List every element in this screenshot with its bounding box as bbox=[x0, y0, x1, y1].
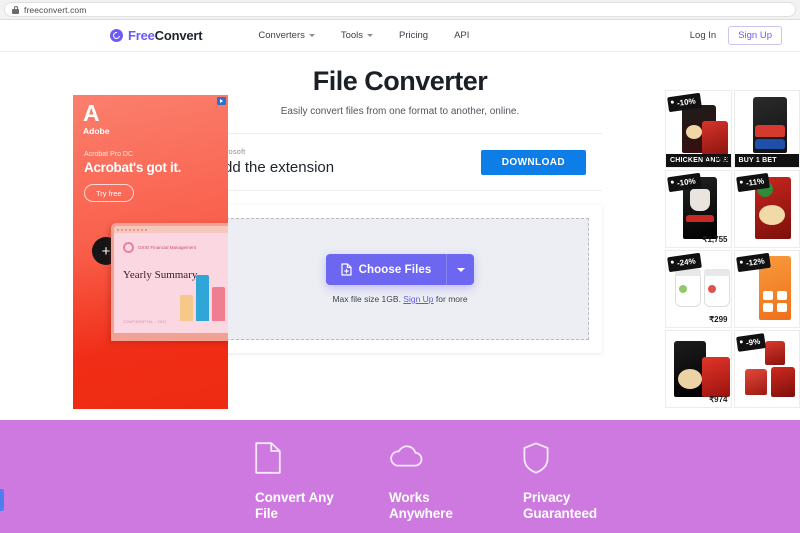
product-cell[interactable]: ₹974 bbox=[665, 330, 732, 408]
file-plus-icon bbox=[341, 263, 352, 276]
choose-files-button[interactable]: Choose Files bbox=[325, 254, 447, 285]
max-filesize-prefix: Max file size 1GB. bbox=[332, 294, 404, 304]
freeconvert-logo-icon bbox=[110, 29, 123, 42]
screen-brand-text: OXIO Financial Management bbox=[138, 244, 197, 250]
product-ribbon: BUY 1 BET bbox=[734, 154, 799, 167]
file-dropzone[interactable]: Choose Files Max file size 1GB. Sign Up … bbox=[211, 218, 589, 340]
logo-text: FreeConvert bbox=[128, 28, 203, 43]
site-logo[interactable]: FreeConvert bbox=[110, 28, 203, 43]
feature-label: Works Anywhere bbox=[389, 490, 453, 522]
nav-item-api[interactable]: API bbox=[454, 30, 469, 41]
product-price: ₹974 bbox=[709, 395, 728, 404]
left-ad-headline: Acrobat's got it. bbox=[84, 160, 182, 175]
right-ad-banner[interactable]: -10% CHICKEN AND E ₹1,790 BUY 1 BET -10%… bbox=[665, 90, 800, 420]
logo-text-free: Free bbox=[128, 28, 155, 43]
max-filesize-suffix: for more bbox=[433, 294, 468, 304]
adobe-a-glyph: A bbox=[83, 100, 100, 126]
product-price: ₹1,790 bbox=[702, 155, 728, 164]
nav-item-converters-label: Converters bbox=[258, 30, 305, 41]
choose-files-group: Choose Files bbox=[325, 254, 475, 285]
cloud-icon bbox=[389, 442, 523, 474]
browser-chrome: freeconvert.com bbox=[0, 0, 800, 20]
nav-links: Converters Tools Pricing API bbox=[258, 30, 469, 41]
upload-card: Choose Files Max file size 1GB. Sign Up … bbox=[198, 205, 602, 353]
feature-works-anywhere: Works Anywhere bbox=[389, 442, 523, 523]
product-cell[interactable]: -11% bbox=[733, 170, 800, 248]
screen-bar-chart bbox=[180, 265, 228, 321]
screen-brand-logo: OXIO Financial Management bbox=[123, 242, 196, 253]
product-cell[interactable]: -9% bbox=[733, 330, 800, 408]
screen-footer: CONFIDENTIAL · 2021 bbox=[123, 320, 168, 324]
product-price: ₹299 bbox=[709, 315, 728, 324]
nav-item-pricing-label: Pricing bbox=[399, 30, 429, 41]
right-ad-grid: -10% CHICKEN AND E ₹1,790 BUY 1 BET -10%… bbox=[665, 90, 800, 408]
site-navbar: FreeConvert Converters Tools Pricing API… bbox=[0, 20, 800, 52]
product-cell[interactable]: -10% ₹1,755 bbox=[665, 170, 732, 248]
chevron-down-icon bbox=[367, 34, 374, 37]
adobe-wordmark: Adobe bbox=[83, 125, 110, 136]
adobe-logo: A Adobe bbox=[83, 100, 110, 136]
features-list: Convert Any File Works Anywhere Privacy … bbox=[0, 420, 800, 523]
left-ad-cta-button[interactable]: Try free bbox=[84, 184, 134, 202]
chevron-down-icon bbox=[308, 34, 315, 37]
download-button[interactable]: DOWNLOAD bbox=[480, 149, 586, 175]
circle-logo-icon bbox=[123, 242, 134, 253]
features-band: Convert Any File Works Anywhere Privacy … bbox=[0, 420, 800, 533]
nav-item-tools-label: Tools bbox=[340, 30, 364, 41]
extension-promo-text: Microsoft Add the extension bbox=[214, 146, 335, 177]
login-link[interactable]: Log In bbox=[690, 30, 716, 41]
product-cell[interactable]: -24% ₹299 bbox=[665, 250, 732, 328]
chevron-down-icon bbox=[456, 267, 465, 272]
nav-item-api-label: API bbox=[454, 30, 470, 41]
extension-promo-headline: Add the extension bbox=[214, 159, 335, 177]
product-cell[interactable]: -12% bbox=[733, 250, 800, 328]
lock-icon bbox=[12, 5, 19, 14]
laptop-toolbar bbox=[114, 226, 228, 233]
nav-item-tools[interactable]: Tools bbox=[340, 30, 374, 41]
page-root: FreeConvert Converters Tools Pricing API… bbox=[0, 20, 800, 533]
url-text: freeconvert.com bbox=[24, 4, 87, 15]
extension-promo-banner: ⓘ ✕ Microsoft Add the extension DOWNLOAD bbox=[198, 133, 602, 191]
product-cell[interactable]: -10% CHICKEN AND E ₹1,790 bbox=[665, 90, 732, 168]
laptop-screen: OXIO Financial Management Yearly Summary… bbox=[114, 233, 228, 333]
feature-privacy-guaranteed: Privacy Guaranteed bbox=[523, 442, 657, 523]
product-cell[interactable]: BUY 1 BET bbox=[733, 90, 800, 168]
max-filesize-note: Max file size 1GB. Sign Up for more bbox=[332, 294, 467, 304]
feature-convert-any-file: Convert Any File bbox=[255, 442, 389, 523]
side-feedback-tab[interactable] bbox=[0, 489, 4, 511]
signup-button[interactable]: Sign Up bbox=[728, 26, 782, 45]
adchoices-icon[interactable] bbox=[217, 97, 226, 105]
shield-icon bbox=[523, 442, 657, 474]
document-icon bbox=[255, 442, 389, 474]
feature-label: Convert Any File bbox=[255, 490, 334, 522]
address-bar[interactable]: freeconvert.com bbox=[4, 2, 796, 17]
extension-promo-kicker: Microsoft bbox=[214, 146, 246, 156]
choose-files-dropdown-button[interactable] bbox=[446, 254, 475, 285]
nav-item-pricing[interactable]: Pricing bbox=[399, 30, 428, 41]
left-ad-banner[interactable]: A Adobe Acrobat Pro DC Acrobat's got it.… bbox=[73, 95, 228, 409]
logo-text-convert: Convert bbox=[154, 28, 203, 43]
left-ad-product: Acrobat Pro DC bbox=[84, 151, 134, 158]
choose-files-label: Choose Files bbox=[358, 263, 432, 276]
signup-link[interactable]: Sign Up bbox=[403, 294, 433, 304]
product-price: ₹1,755 bbox=[702, 235, 728, 244]
feature-label: Privacy Guaranteed bbox=[523, 490, 598, 522]
left-ad-laptop-image: OXIO Financial Management Yearly Summary… bbox=[111, 223, 228, 341]
right-ad-footer[interactable]: Use code TRYNEW Supertails bbox=[665, 408, 800, 420]
nav-auth-group: Log In Sign Up bbox=[690, 26, 782, 45]
nav-item-converters[interactable]: Converters bbox=[258, 30, 315, 41]
